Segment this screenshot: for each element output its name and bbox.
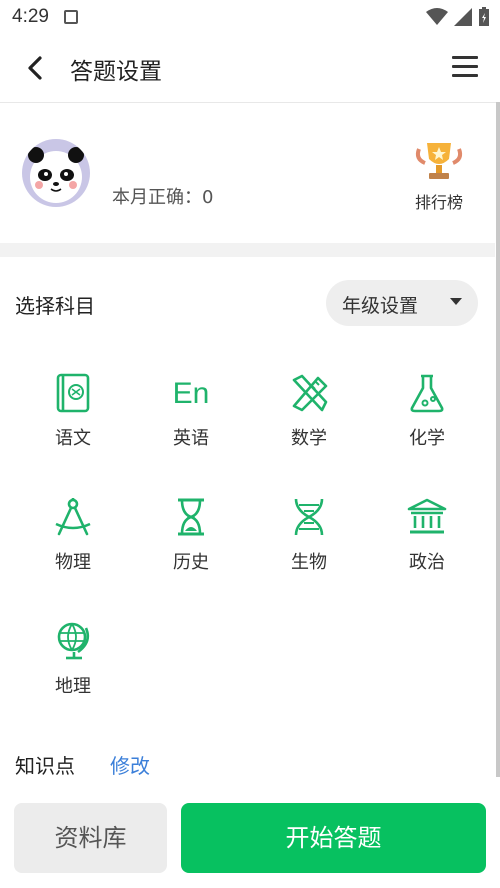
subject-english[interactable]: En 英语 <box>132 360 250 484</box>
grade-settings-dropdown[interactable]: 年级设置 <box>326 280 478 326</box>
section-gap <box>0 243 495 257</box>
leaderboard-label: 排行榜 <box>414 193 463 212</box>
knowledge-points-label: 知识点 <box>15 754 75 778</box>
globe-icon <box>57 622 90 660</box>
start-quiz-button[interactable]: 开始答题 <box>181 803 486 873</box>
avatar[interactable] <box>22 139 90 207</box>
panda-icon <box>28 147 84 203</box>
bottom-bar: 资料库 开始答题 <box>0 777 500 888</box>
subject-chinese[interactable]: 语文 <box>14 360 132 484</box>
ruler-pencil-icon <box>292 374 328 412</box>
subject-grid: 语文 En 英语 数学 化学 物理 历史 生物 政治 地理 <box>14 360 484 732</box>
subject-label: 政治 <box>409 552 445 573</box>
institution-icon <box>407 498 447 534</box>
subject-biology[interactable]: 生物 <box>250 484 368 608</box>
subject-label: 英语 <box>173 428 209 449</box>
notification-icon <box>64 10 78 24</box>
dna-icon <box>294 498 324 536</box>
subject-politics[interactable]: 政治 <box>368 484 486 608</box>
select-subject-title: 选择科目 <box>15 294 95 318</box>
battery-icon <box>479 7 489 26</box>
subject-label: 语文 <box>55 428 91 449</box>
caret-down-icon <box>450 298 462 305</box>
hourglass-icon <box>178 498 204 536</box>
subject-geography[interactable]: 地理 <box>14 608 132 732</box>
subject-label: 物理 <box>55 552 91 573</box>
menu-icon[interactable] <box>452 56 478 78</box>
back-arrow-icon[interactable] <box>22 54 50 82</box>
svg-text:En: En <box>173 377 210 410</box>
page-title: 答题设置 <box>70 59 162 85</box>
subject-label: 化学 <box>409 428 445 449</box>
book-icon <box>56 373 90 413</box>
subject-math[interactable]: 数学 <box>250 360 368 484</box>
status-bar: 4:29 <box>0 0 500 34</box>
signal-icon <box>454 8 472 26</box>
subject-label: 生物 <box>291 552 327 573</box>
subject-physics[interactable]: 物理 <box>14 484 132 608</box>
subject-label: 数学 <box>291 428 327 449</box>
month-correct-count: 本月正确：0 <box>112 187 214 208</box>
subject-label: 地理 <box>55 676 91 697</box>
profile-card: 本月正确：0 排行榜 <box>0 103 495 243</box>
library-button[interactable]: 资料库 <box>14 803 167 873</box>
subject-history[interactable]: 历史 <box>132 484 250 608</box>
app-bar: 答题设置 <box>0 34 500 102</box>
subject-chemistry[interactable]: 化学 <box>368 360 486 484</box>
knowledge-points-edit-link[interactable]: 修改 <box>110 750 150 779</box>
trophy-icon <box>415 143 463 179</box>
status-time: 4:29 <box>12 6 49 27</box>
wifi-icon <box>426 8 448 25</box>
en-text-icon: En <box>173 377 210 410</box>
scrollbar[interactable] <box>496 102 500 777</box>
flask-icon <box>410 374 444 413</box>
grade-settings-label: 年级设置 <box>342 295 419 317</box>
subject-label: 历史 <box>173 552 209 573</box>
compass-icon <box>55 498 91 536</box>
leaderboard-button[interactable]: 排行榜 <box>411 139 467 213</box>
status-icons <box>426 7 490 27</box>
